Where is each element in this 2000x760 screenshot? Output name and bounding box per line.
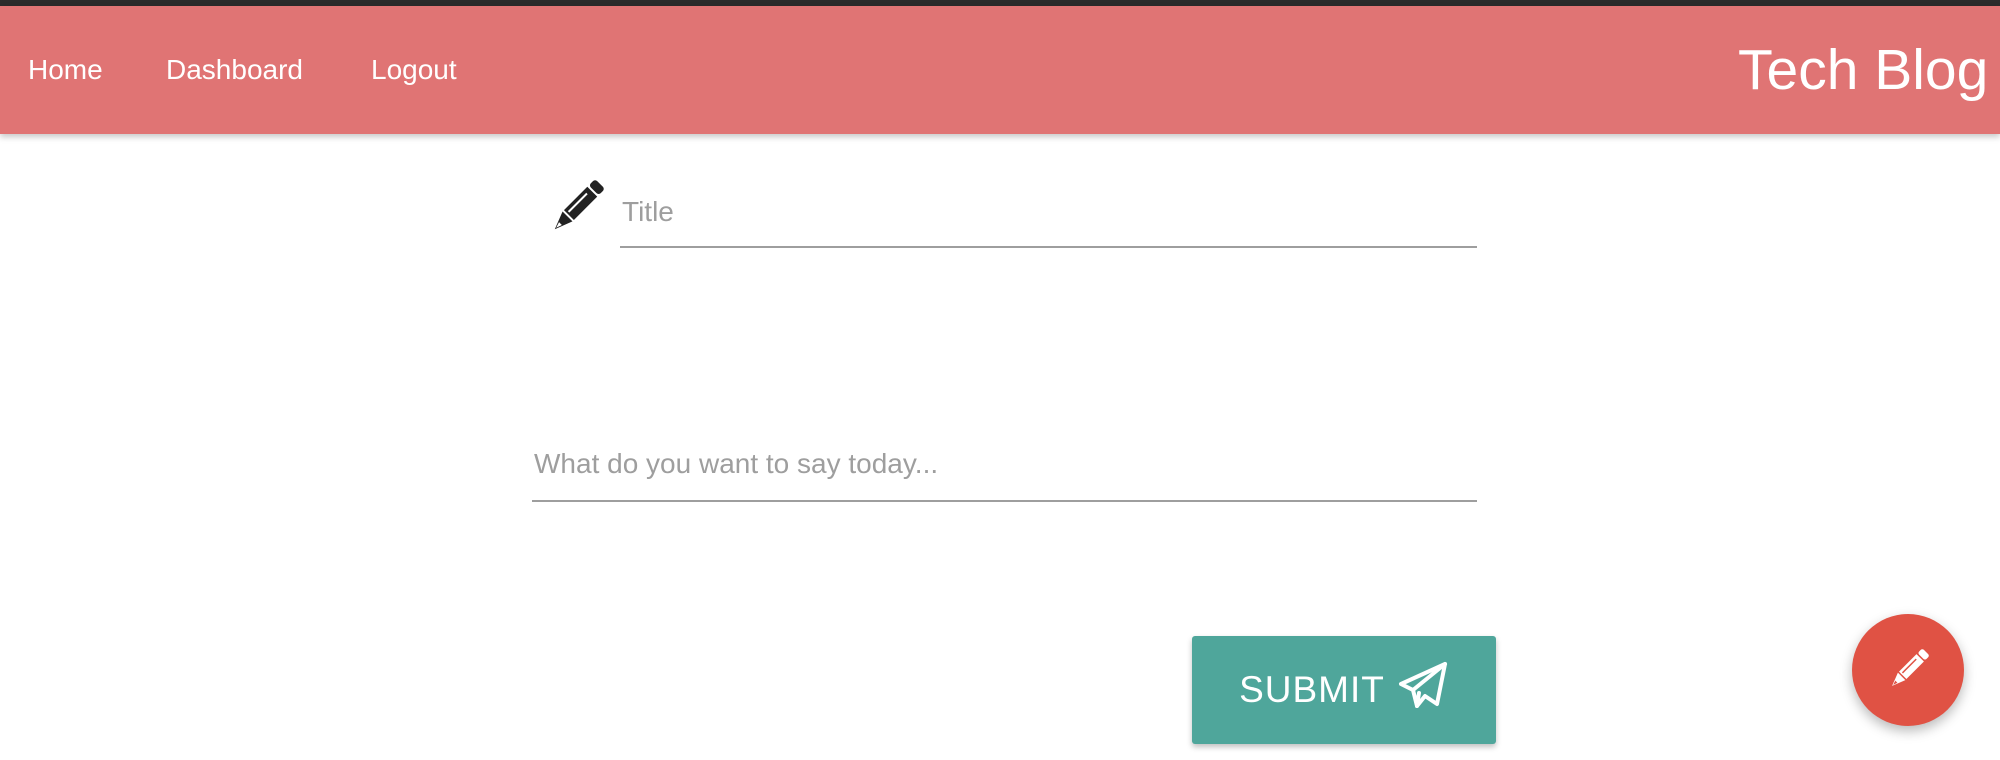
- nav-link-home[interactable]: Home: [28, 6, 103, 134]
- submit-label: SUBMIT: [1239, 669, 1385, 710]
- nav-link-logout[interactable]: Logout: [371, 6, 457, 134]
- pencil-icon: [544, 176, 608, 240]
- brand-logo: Tech Blog: [1738, 38, 1989, 102]
- nav-link-dashboard[interactable]: Dashboard: [166, 6, 303, 134]
- pencil-icon: [1884, 646, 1932, 694]
- new-post-fab[interactable]: [1852, 614, 1964, 726]
- title-input[interactable]: [620, 178, 1477, 248]
- navbar: Home Dashboard Logout Tech Blog: [0, 6, 2000, 134]
- post-body-input[interactable]: [532, 428, 1477, 502]
- paper-plane-icon: [1397, 660, 1449, 721]
- submit-button[interactable]: SUBMIT: [1192, 636, 1496, 744]
